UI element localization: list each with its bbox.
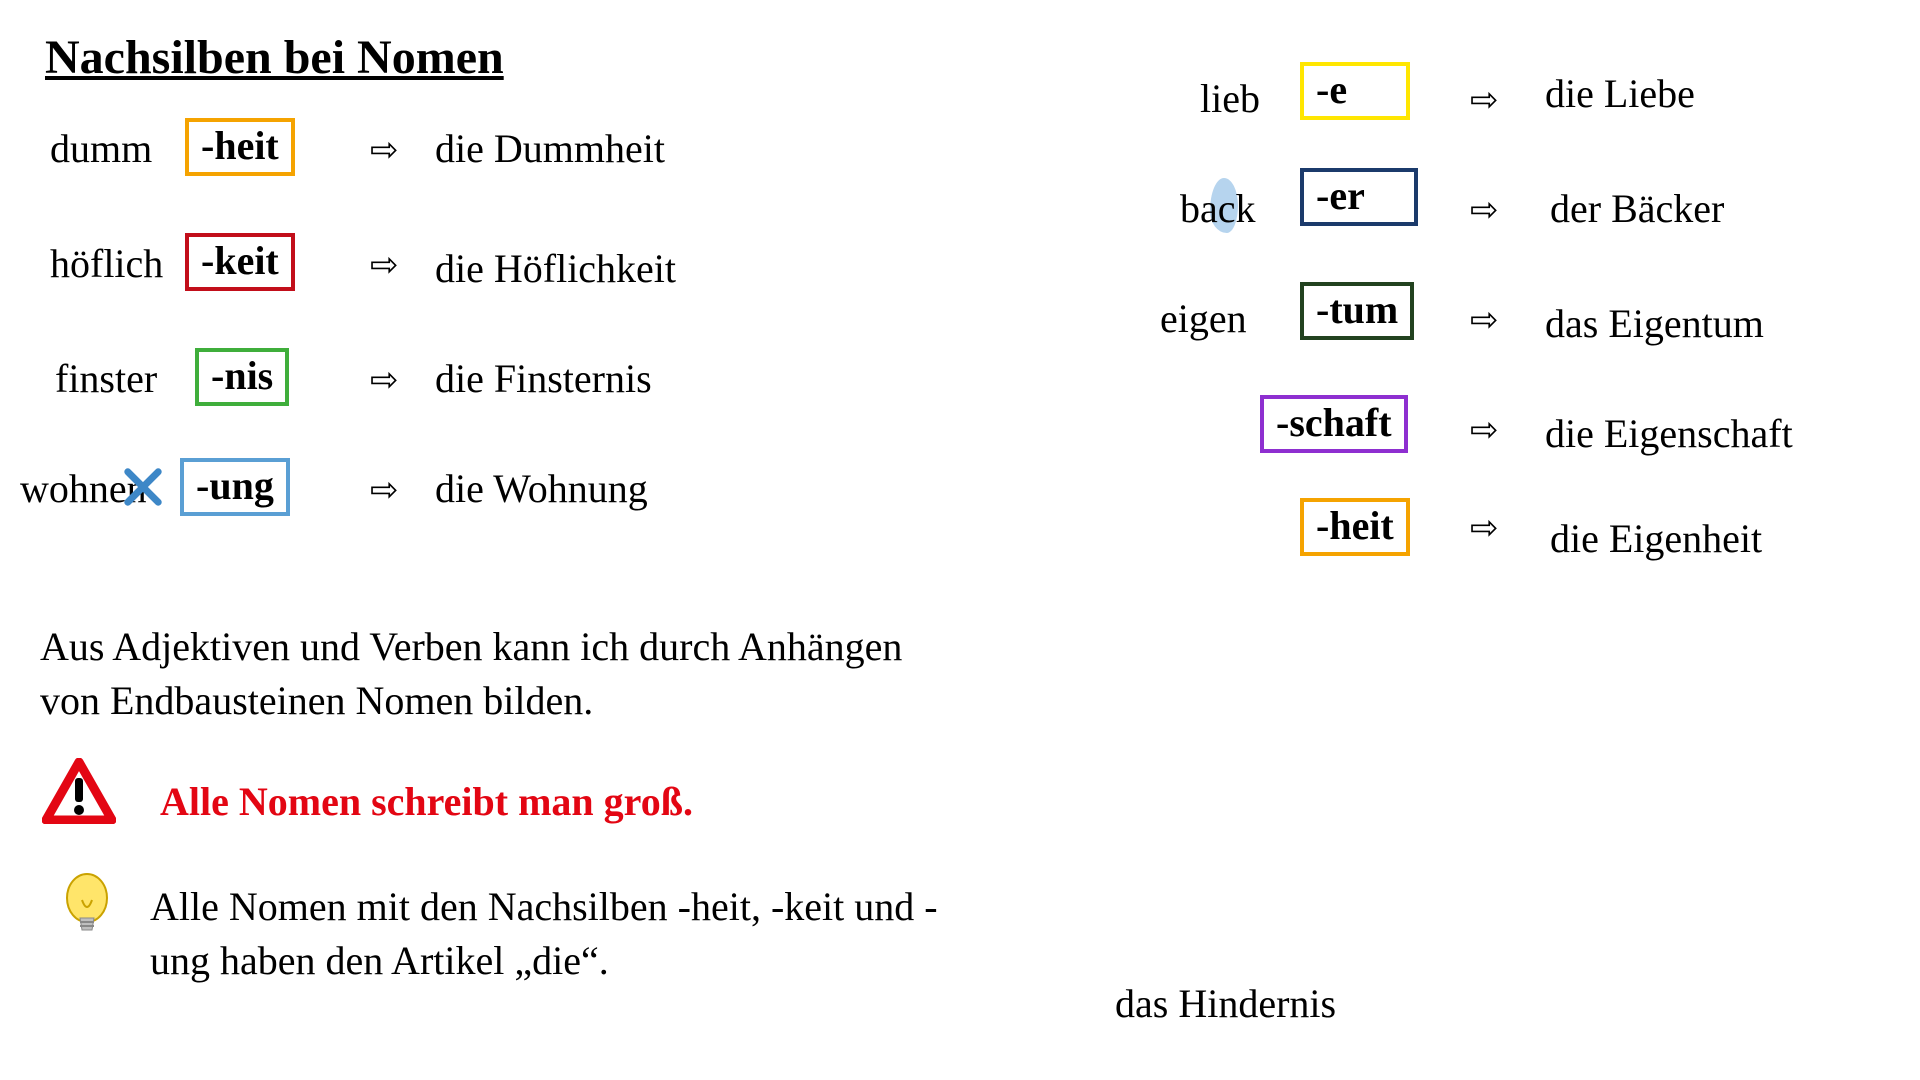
suffix-box: -e xyxy=(1300,62,1410,120)
base-word: back xyxy=(1180,185,1256,232)
base-word: höflich xyxy=(50,240,163,287)
result-word: die Höflichkeit xyxy=(435,245,676,292)
footnote-text: das Hindernis xyxy=(1115,980,1336,1027)
result-word: das Eigentum xyxy=(1545,300,1764,347)
suffix-box: -ung xyxy=(180,458,290,516)
tip-text: Alle Nomen mit den Nachsilben -heit, -ke… xyxy=(150,880,970,988)
suffix-box: -er xyxy=(1300,168,1418,226)
arrow-icon: ⇨ xyxy=(1470,300,1499,340)
result-word: die Finsternis xyxy=(435,355,652,402)
arrow-icon: ⇨ xyxy=(1470,80,1499,120)
base-word: eigen xyxy=(1160,295,1247,342)
arrow-icon: ⇨ xyxy=(1470,410,1499,450)
arrow-icon: ⇨ xyxy=(1470,190,1499,230)
suffix-box: -heit xyxy=(1300,498,1410,556)
base-word: lieb xyxy=(1200,75,1260,122)
result-word: die Eigenheit xyxy=(1550,515,1762,562)
result-word: die Wohnung xyxy=(435,465,648,512)
arrow-icon: ⇨ xyxy=(1470,508,1499,548)
base-word: dumm xyxy=(50,125,152,172)
arrow-icon: ⇨ xyxy=(370,245,399,285)
strike-mark-icon xyxy=(118,462,168,512)
lightbulb-icon xyxy=(62,870,112,950)
arrow-icon: ⇨ xyxy=(370,360,399,400)
base-word: finster xyxy=(55,355,157,402)
warning-text: Alle Nomen schreibt man groß. xyxy=(160,775,1060,829)
arrow-icon: ⇨ xyxy=(370,470,399,510)
result-word: die Liebe xyxy=(1545,70,1695,117)
suffix-box: -keit xyxy=(185,233,295,291)
arrow-icon: ⇨ xyxy=(370,130,399,170)
explanation-paragraph: Aus Adjektiven und Verben kann ich durch… xyxy=(40,620,940,728)
result-word: die Dummheit xyxy=(435,125,665,172)
suffix-box: -tum xyxy=(1300,282,1414,340)
suffix-box: -schaft xyxy=(1260,395,1408,453)
page-title: Nachsilben bei Nomen xyxy=(45,30,504,85)
suffix-box: -nis xyxy=(195,348,289,406)
suffix-box: -heit xyxy=(185,118,295,176)
result-word: der Bäcker xyxy=(1550,185,1724,232)
result-word: die Eigenschaft xyxy=(1545,410,1793,457)
